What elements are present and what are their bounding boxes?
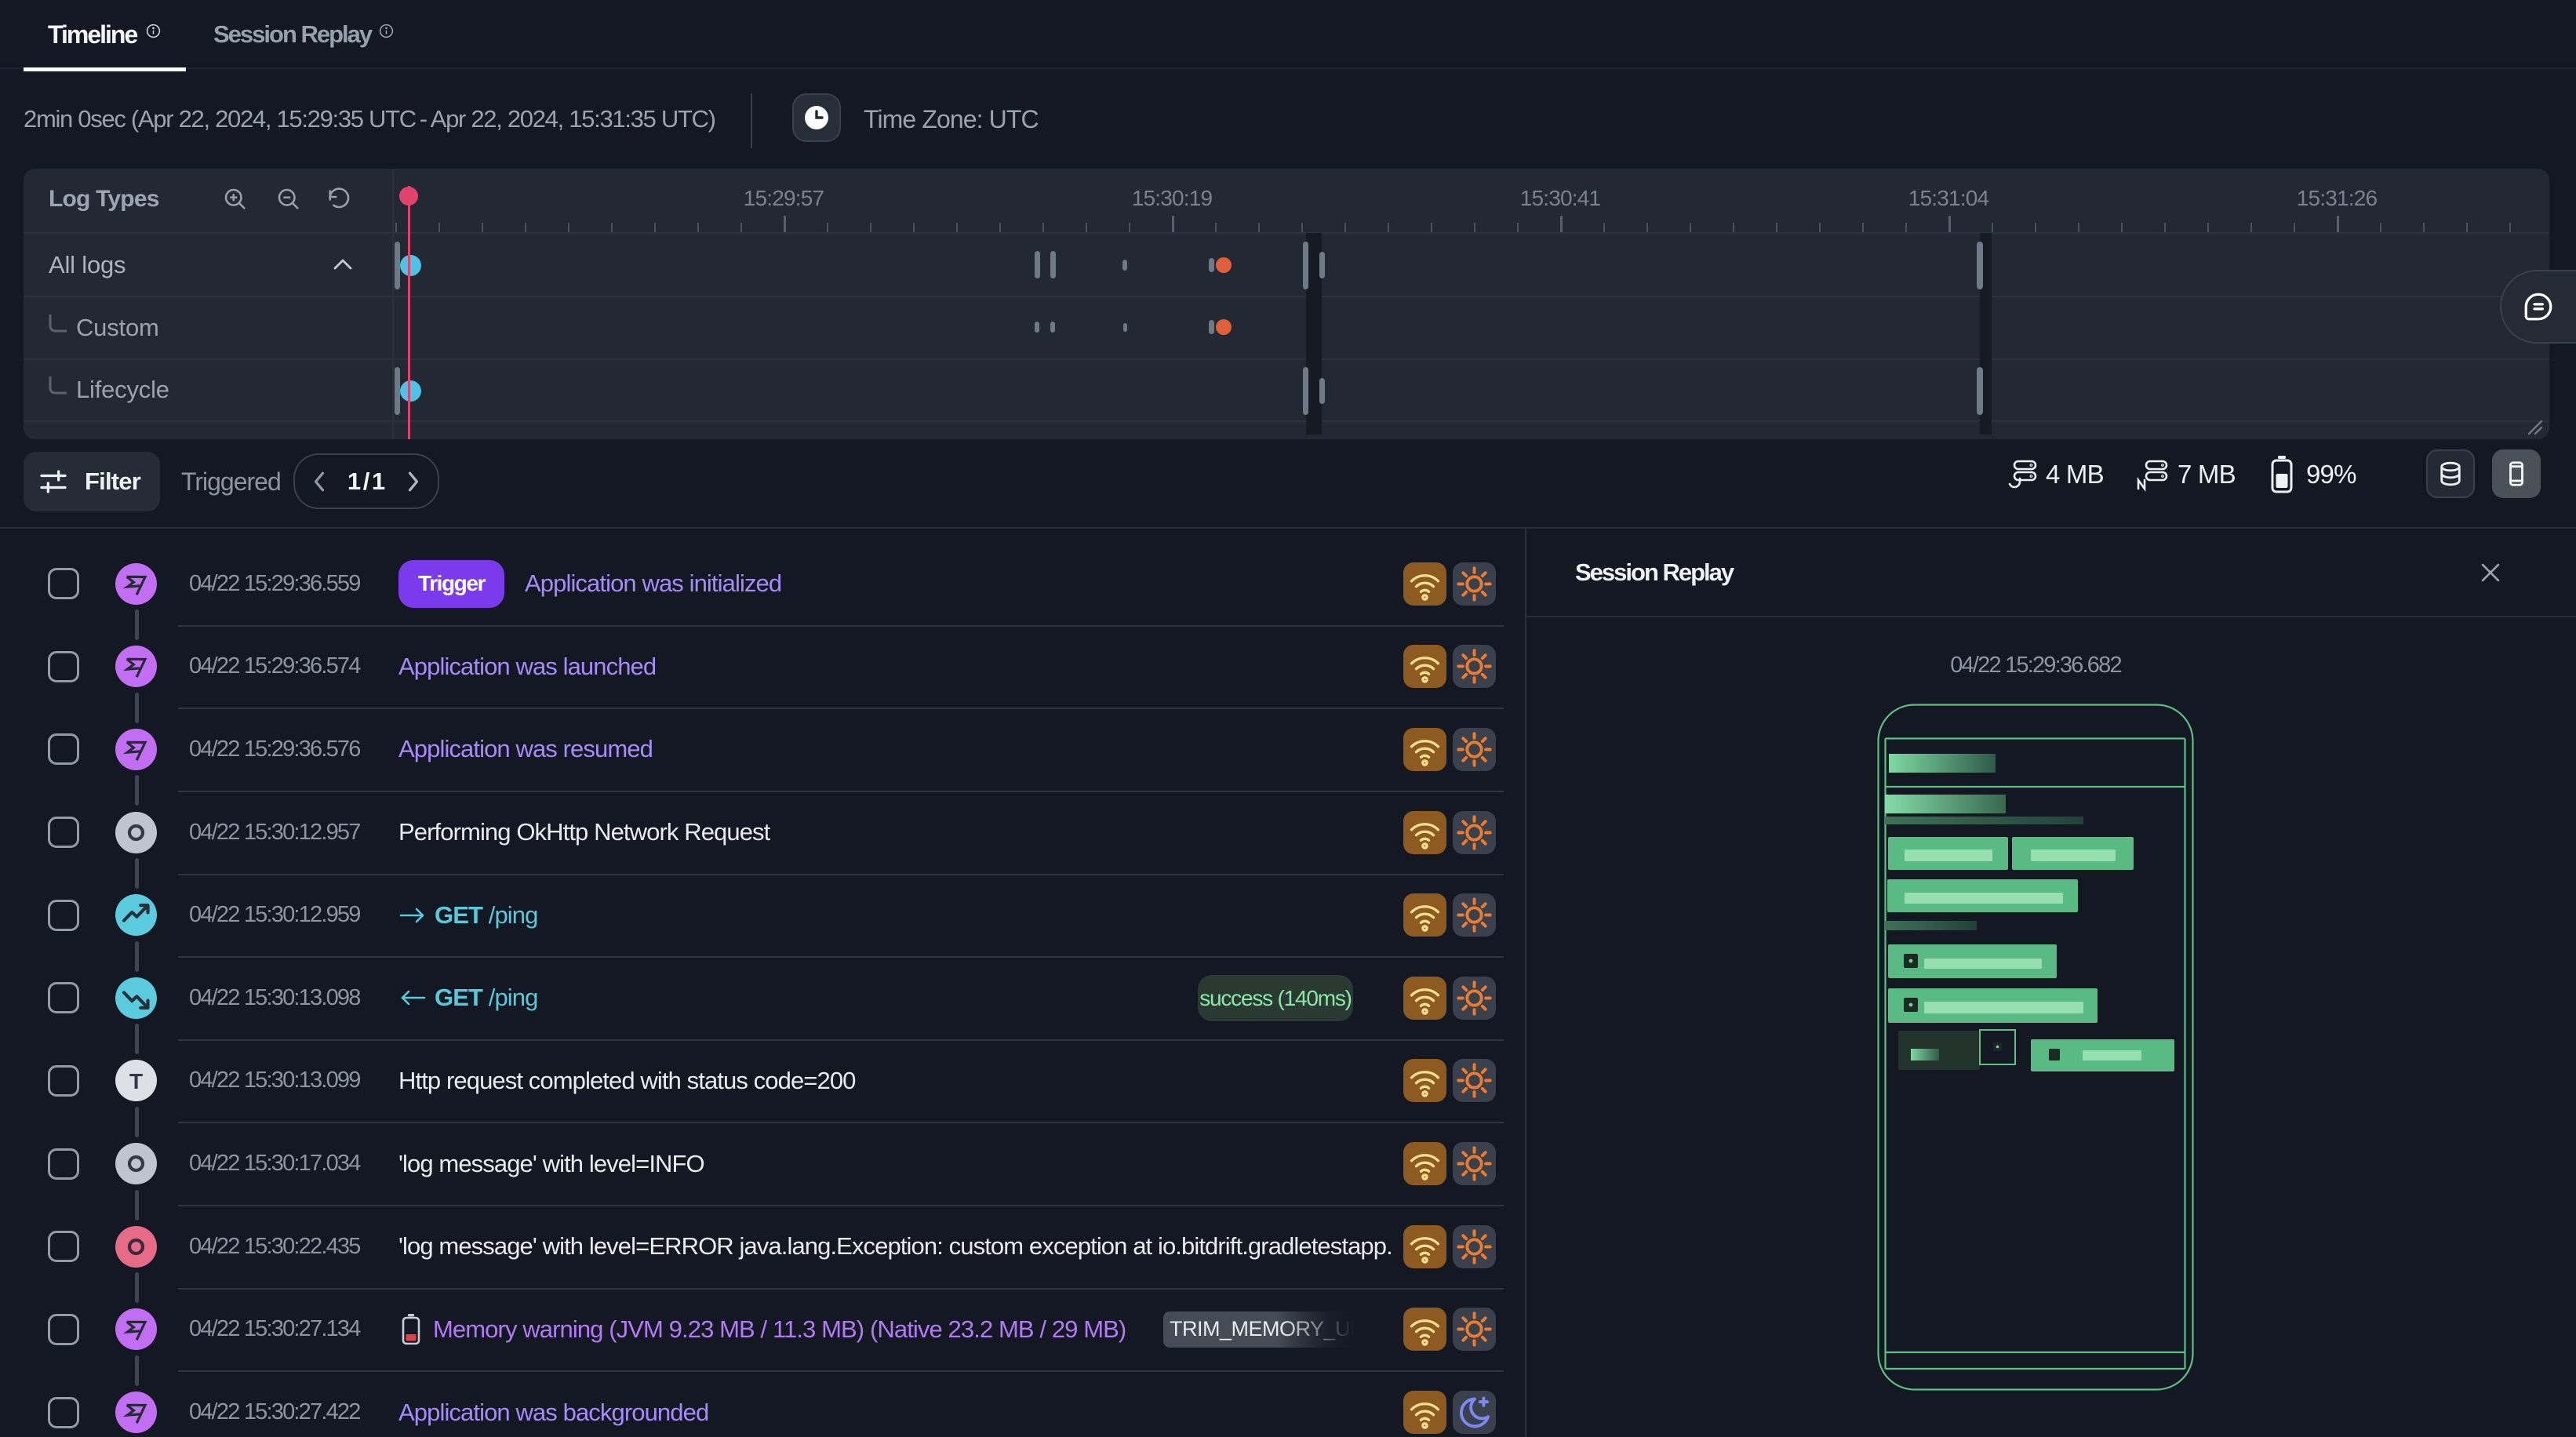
svg-text:T: T [129,1069,143,1093]
